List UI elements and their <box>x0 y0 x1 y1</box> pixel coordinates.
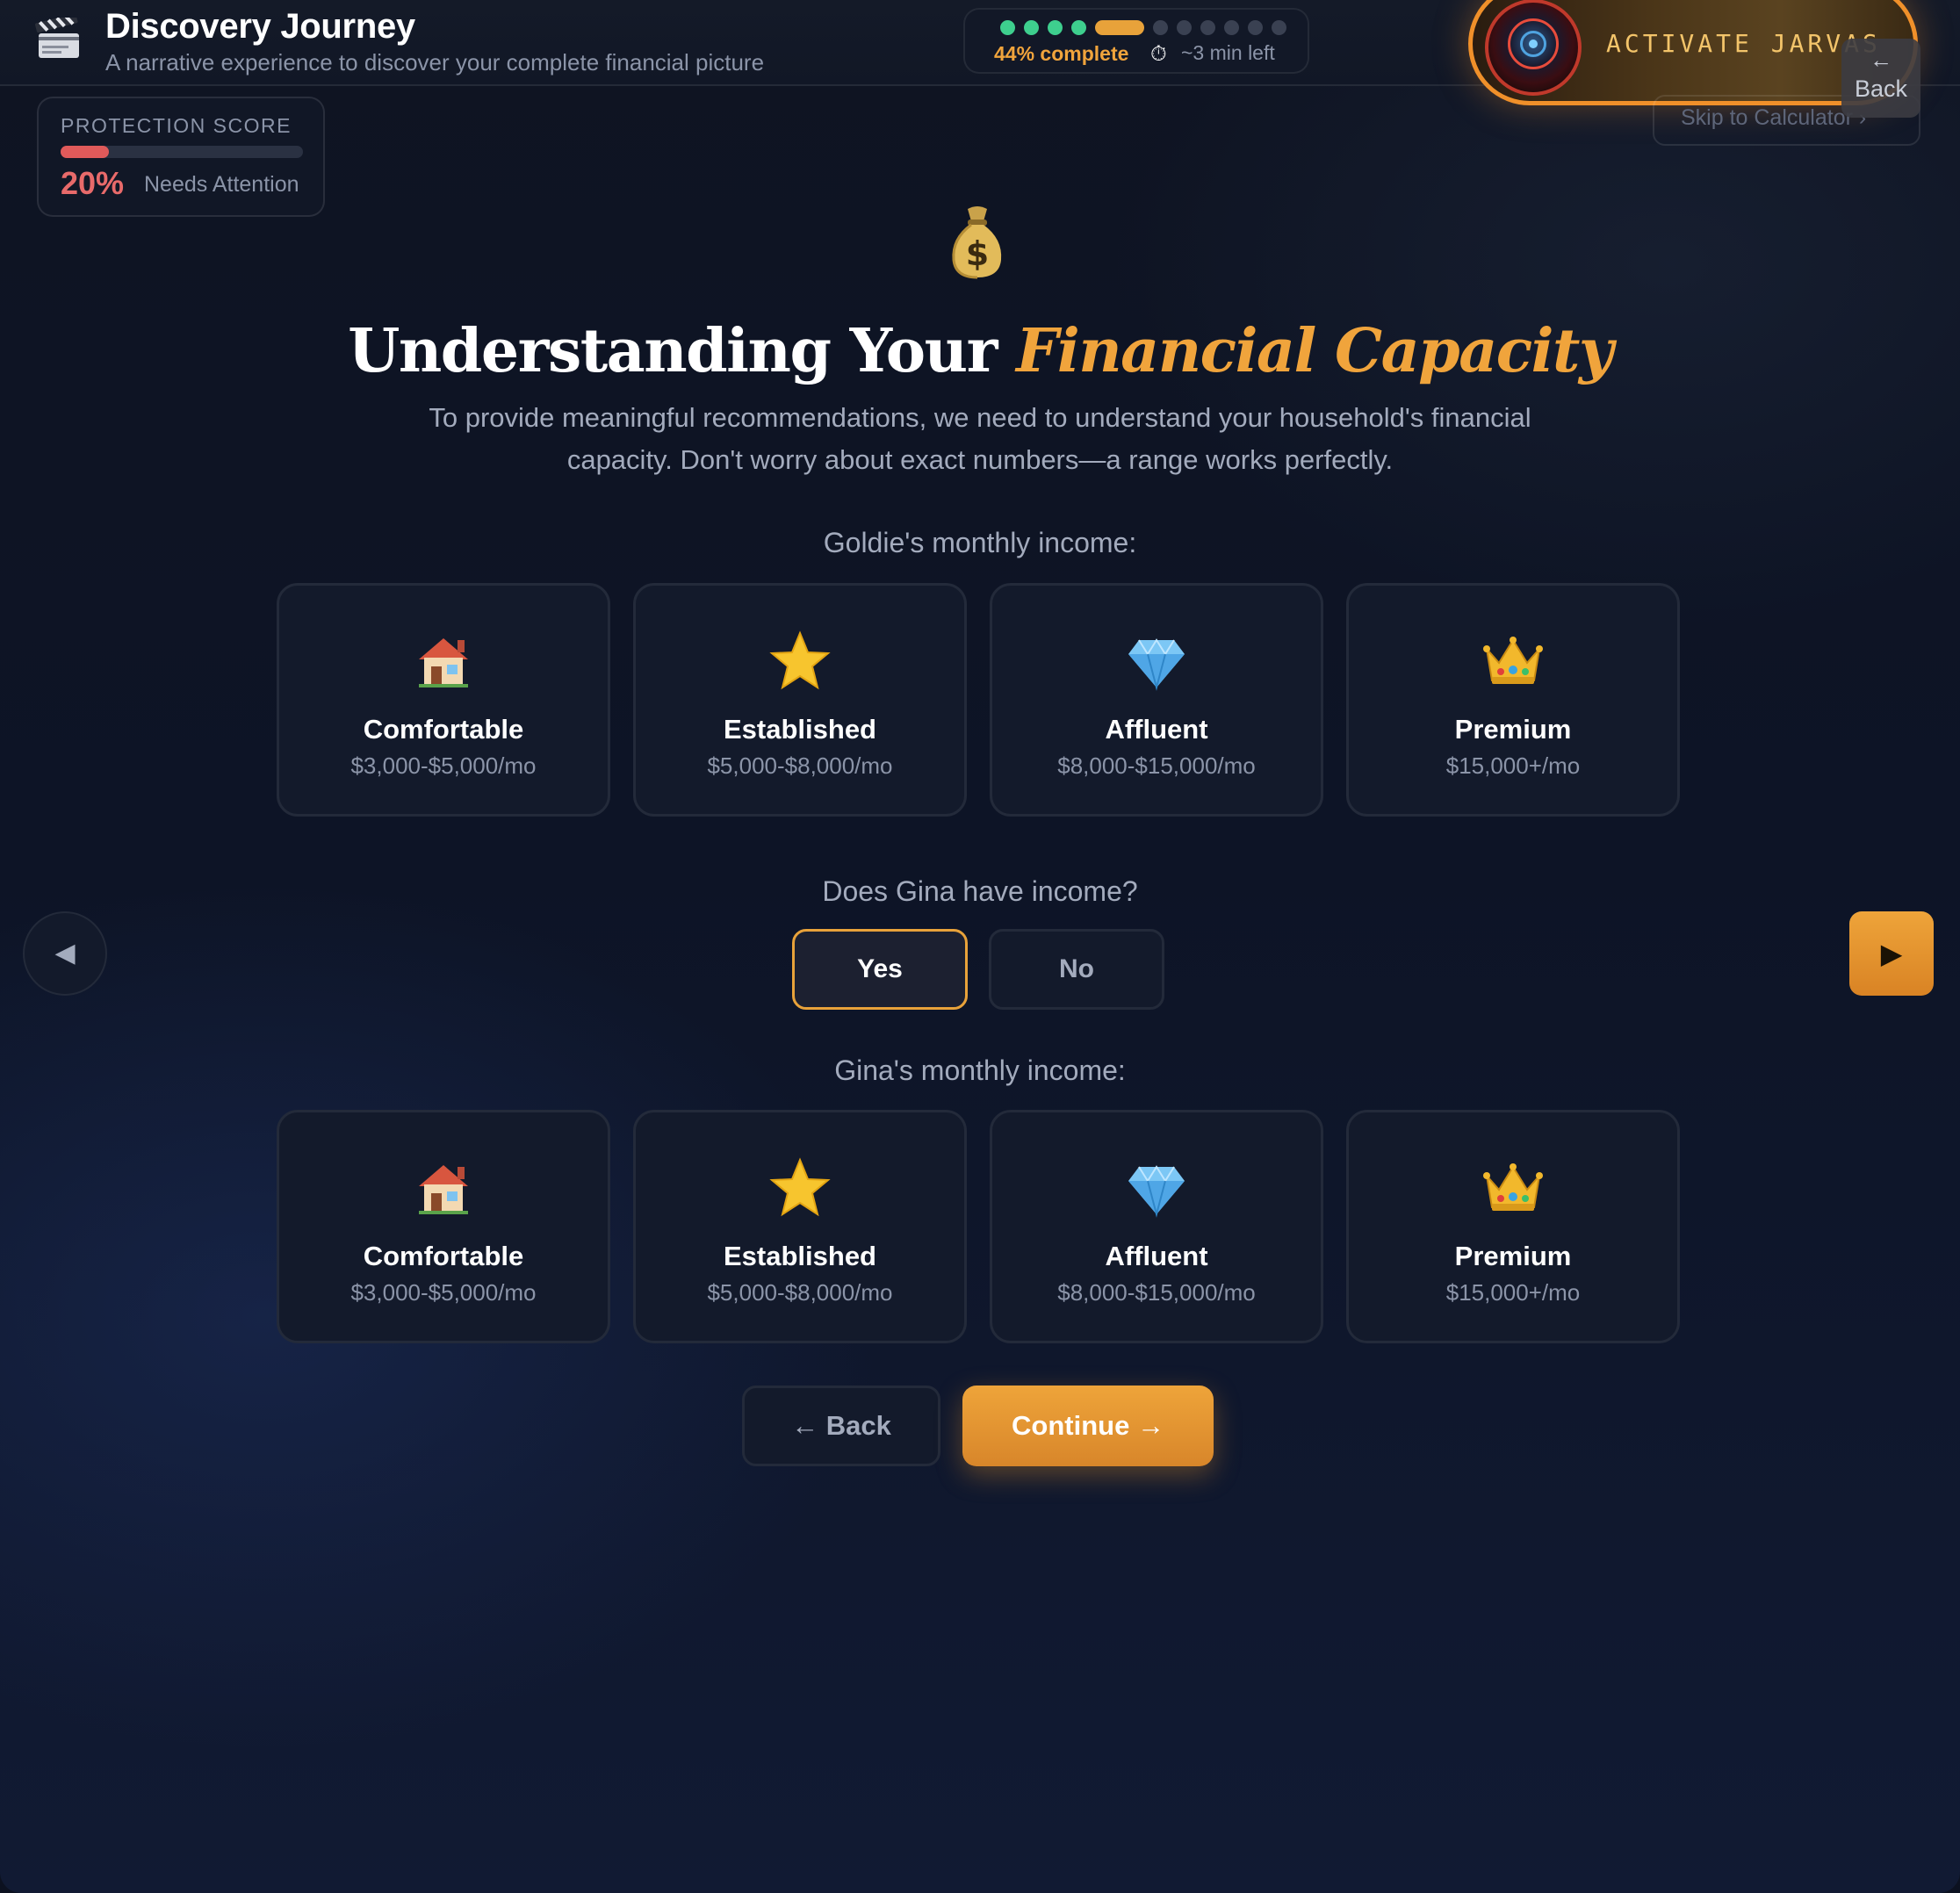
clapperboard-icon <box>35 18 79 58</box>
protection-score-card: PROTECTION SCORE 20% Needs Attention <box>37 97 325 217</box>
goldie-option-established[interactable]: Established $5,000-$8,000/mo <box>633 583 967 817</box>
option-range: $8,000-$15,000/mo <box>1057 752 1256 779</box>
star-icon <box>636 1156 964 1220</box>
progress-step-dot <box>1224 19 1239 35</box>
crown-icon <box>1349 630 1677 693</box>
gina-has-income-question: Does Gina have income? <box>822 875 1138 907</box>
app-title: Discovery Journey <box>105 7 415 46</box>
discovery-journey-page: Discovery Journey A narrative experience… <box>0 0 1960 1893</box>
progress-percent: 44% complete <box>994 42 1129 65</box>
option-title: Established <box>724 1241 876 1271</box>
money-bag-icon: $ <box>952 206 1002 279</box>
progress-step-dot <box>1200 19 1215 35</box>
house-icon <box>279 630 608 693</box>
gina-income-yes-button[interactable]: Yes <box>792 929 968 1010</box>
progress-step-dot <box>1024 19 1039 35</box>
triangle-right-icon: ▶ <box>1880 938 1903 969</box>
svg-text:$: $ <box>966 234 989 273</box>
page-description: To provide meaningful recommendations, w… <box>429 402 1531 475</box>
skip-label: Skip to Calculator <box>1681 105 1853 130</box>
progress-step-dot <box>1248 19 1263 35</box>
title-plain: Understanding Your <box>348 316 998 386</box>
jarvas-label: ACTIVATE JARVAS <box>1606 29 1881 58</box>
protection-score-bar <box>61 146 303 158</box>
jarvas-orb-icon <box>1485 0 1582 96</box>
page-title: Understanding Your Financial Capacity <box>0 316 1960 386</box>
progress-step-dot <box>1071 19 1086 35</box>
gina-option-affluent[interactable]: Affluent $8,000-$15,000/mo <box>990 1110 1323 1343</box>
protection-score-label: PROTECTION SCORE <box>61 114 292 137</box>
journey-progress: 44% complete ⏱ ~3 min left <box>963 8 1309 74</box>
option-range: $3,000-$5,000/mo <box>350 752 537 779</box>
next-slide-button[interactable]: ▶ <box>1849 911 1934 996</box>
triangle-left-icon: ◀ <box>54 939 76 968</box>
progress-step-dot <box>1000 19 1015 35</box>
progress-dots <box>1000 18 1286 36</box>
crown-icon <box>1349 1156 1677 1220</box>
option-range: $8,000-$15,000/mo <box>1057 1279 1256 1306</box>
arrow-left-icon: ← <box>1870 47 1892 73</box>
option-title: Premium <box>1454 714 1572 745</box>
gina-income-no-button[interactable]: No <box>989 929 1164 1010</box>
title-accent: Financial Capacity <box>1016 316 1613 386</box>
option-title: Established <box>724 714 876 745</box>
gina-option-comfortable[interactable]: Comfortable $3,000-$5,000/mo <box>277 1110 610 1343</box>
time-left: ~3 min left <box>1181 41 1275 64</box>
option-title: Comfortable <box>363 714 524 745</box>
option-title: Affluent <box>1105 714 1208 745</box>
diamond-icon <box>992 630 1321 693</box>
back-top-label: Back <box>1854 76 1908 102</box>
app-subtitle: A narrative experience to discover your … <box>105 49 765 76</box>
goldie-option-premium[interactable]: Premium $15,000+/mo <box>1346 583 1680 817</box>
option-range: $15,000+/mo <box>1445 752 1581 779</box>
diamond-icon <box>992 1156 1321 1220</box>
progress-step-dot <box>1095 19 1144 35</box>
back-button[interactable]: ← Back <box>742 1386 940 1466</box>
goldie-option-affluent[interactable]: Affluent $8,000-$15,000/mo <box>990 583 1323 817</box>
stopwatch-icon: ⏱ <box>1150 42 1167 66</box>
back-top-button[interactable]: ← Back <box>1841 39 1920 118</box>
progress-step-dot <box>1177 19 1192 35</box>
gina-option-premium[interactable]: Premium $15,000+/mo <box>1346 1110 1680 1343</box>
progress-step-dot <box>1272 19 1286 35</box>
protection-score-fill <box>61 146 110 158</box>
gina-income-question: Gina's monthly income: <box>834 1054 1126 1086</box>
progress-step-dot <box>1153 19 1168 35</box>
option-range: $5,000-$8,000/mo <box>707 1279 893 1306</box>
gina-option-established[interactable]: Established $5,000-$8,000/mo <box>633 1110 967 1343</box>
option-range: $15,000+/mo <box>1445 1279 1581 1306</box>
previous-slide-button[interactable]: ◀ <box>23 911 107 996</box>
option-range: $3,000-$5,000/mo <box>350 1279 537 1306</box>
protection-score-value: 20% <box>61 165 125 201</box>
option-title: Premium <box>1454 1241 1572 1271</box>
progress-step-dot <box>1048 19 1063 35</box>
option-title: Comfortable <box>363 1241 524 1271</box>
star-icon <box>636 630 964 693</box>
goldie-income-question: Goldie's monthly income: <box>823 527 1137 558</box>
goldie-option-comfortable[interactable]: Comfortable $3,000-$5,000/mo <box>277 583 610 817</box>
protection-score-status: Needs Attention <box>144 172 299 197</box>
option-title: Affluent <box>1105 1241 1208 1271</box>
continue-button[interactable]: Continue → <box>962 1386 1214 1466</box>
option-range: $5,000-$8,000/mo <box>707 752 893 779</box>
house-icon <box>279 1156 608 1220</box>
